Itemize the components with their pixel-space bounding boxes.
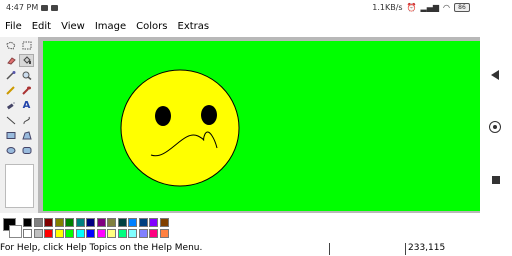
drawing-canvas[interactable]	[43, 41, 480, 211]
menu-edit[interactable]: Edit	[27, 21, 56, 32]
wifi-icon: ◠	[443, 3, 450, 12]
pencil-icon[interactable]	[3, 84, 18, 97]
current-colors[interactable]	[3, 218, 22, 238]
phone-status-bar: 4:47 PM 1.1KB/s ⏰ ▂▄▆ ◠ 86	[0, 0, 480, 16]
color-swatch[interactable]	[23, 218, 32, 227]
notification-icon	[51, 4, 59, 11]
rectangle-icon[interactable]	[3, 129, 18, 142]
color-swatch[interactable]	[117, 229, 127, 238]
polygon-icon[interactable]	[19, 129, 34, 142]
color-swatch[interactable]	[54, 229, 64, 238]
color-swatch[interactable]	[33, 229, 43, 238]
airbrush-icon[interactable]	[3, 99, 18, 112]
rect-select-icon[interactable]	[19, 39, 34, 52]
phone-status-right: 1.1KB/s ⏰ ▂▄▆ ◠ 86	[372, 3, 470, 12]
color-swatch[interactable]	[149, 229, 158, 238]
color-swatch[interactable]	[149, 218, 158, 227]
background-color	[9, 225, 22, 238]
line-icon[interactable]	[3, 114, 18, 127]
color-swatch[interactable]	[107, 229, 116, 238]
back-icon[interactable]	[491, 70, 499, 80]
color-swatch[interactable]	[44, 218, 53, 227]
canvas-workspace	[38, 37, 480, 213]
recent-apps-icon[interactable]	[492, 176, 500, 184]
color-swatch[interactable]	[107, 218, 116, 227]
left-eye	[155, 106, 171, 126]
color-swatch[interactable]	[54, 218, 64, 227]
network-speed: 1.1KB/s	[372, 3, 403, 12]
home-icon[interactable]	[489, 121, 501, 133]
tool-options-box[interactable]	[5, 164, 34, 208]
eraser-icon[interactable]	[3, 54, 18, 67]
color-picker-icon[interactable]	[3, 69, 18, 82]
color-swatch[interactable]	[96, 218, 106, 227]
toolbox: A	[0, 37, 38, 213]
menu-extras[interactable]: Extras	[173, 21, 215, 32]
color-swatch[interactable]	[86, 218, 95, 227]
color-swatch[interactable]	[128, 218, 137, 227]
color-swatch[interactable]	[23, 229, 32, 238]
brush-icon[interactable]	[19, 84, 34, 97]
color-palette	[0, 214, 480, 242]
curve-icon[interactable]	[19, 114, 34, 127]
free-select-icon[interactable]	[3, 39, 18, 52]
color-swatch[interactable]	[44, 229, 53, 238]
menu-image[interactable]: Image	[90, 21, 131, 32]
ellipse-icon[interactable]	[3, 144, 18, 157]
cursor-coordinates: 233,115	[408, 243, 446, 253]
drawing	[120, 69, 240, 187]
text-icon[interactable]: A	[19, 99, 34, 112]
color-swatch[interactable]	[65, 218, 74, 227]
status-divider	[405, 243, 406, 255]
help-text: For Help, click Help Topics on the Help …	[0, 243, 203, 253]
magnifier-icon[interactable]	[19, 69, 34, 82]
phone-time-group: 4:47 PM	[6, 3, 59, 12]
menu-view[interactable]: View	[56, 21, 90, 32]
menu-file[interactable]: File	[0, 21, 27, 32]
right-eye	[201, 105, 217, 125]
phone-time: 4:47 PM	[6, 3, 39, 12]
fill-icon[interactable]	[19, 54, 34, 67]
status-divider	[329, 243, 330, 255]
color-swatch[interactable]	[33, 218, 43, 227]
battery-icon: 86	[454, 3, 470, 12]
color-swatch[interactable]	[159, 218, 169, 227]
color-swatch[interactable]	[128, 229, 137, 238]
status-bar: For Help, click Help Topics on the Help …	[0, 242, 480, 256]
color-swatch[interactable]	[96, 229, 106, 238]
color-swatch[interactable]	[65, 229, 74, 238]
menu-bar: File Edit View Image Colors Extras	[0, 17, 480, 36]
color-swatch[interactable]	[138, 218, 148, 227]
color-swatch[interactable]	[75, 229, 85, 238]
color-swatch[interactable]	[159, 229, 169, 238]
notification-icon	[41, 4, 49, 11]
signal-icon: ▂▄▆	[420, 3, 440, 12]
color-swatch[interactable]	[117, 218, 127, 227]
smiley-face	[120, 69, 240, 187]
alarm-icon: ⏰	[406, 3, 417, 12]
color-swatch[interactable]	[86, 229, 95, 238]
color-swatch[interactable]	[75, 218, 85, 227]
menu-colors[interactable]: Colors	[131, 21, 172, 32]
android-nav-bar	[480, 0, 512, 256]
rounded-rect-icon[interactable]	[19, 144, 34, 157]
color-swatch[interactable]	[138, 229, 148, 238]
